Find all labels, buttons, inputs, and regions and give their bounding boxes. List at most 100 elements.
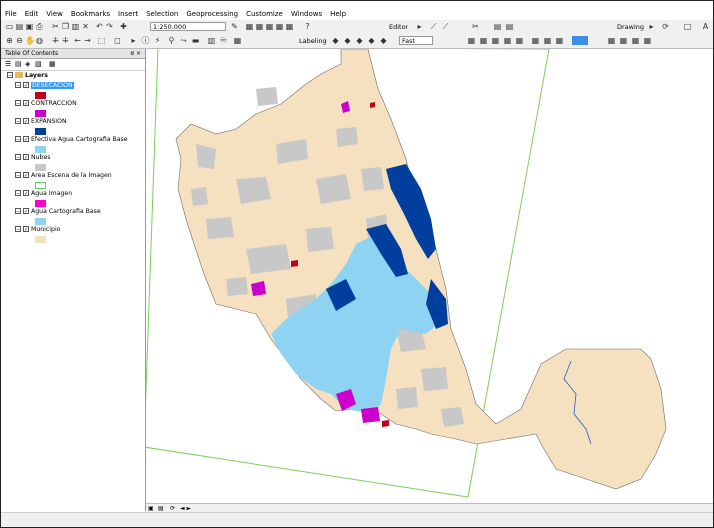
expand-icon[interactable]: − — [15, 154, 21, 161]
sketch-properties-icon[interactable]: ▤ — [505, 22, 514, 31]
label-manager-icon[interactable]: ◆ — [331, 36, 340, 45]
forward-extent-icon[interactable]: → — [83, 36, 92, 45]
expand-icon[interactable]: − — [15, 226, 21, 233]
layer-symbol[interactable] — [35, 218, 46, 225]
lock-labels-icon[interactable]: ◆ — [367, 36, 376, 45]
expand-icon[interactable]: − — [15, 136, 21, 143]
layer-item[interactable]: − ✓ Agua Imagen — [15, 189, 72, 198]
pause-labeling-icon[interactable]: ◆ — [379, 36, 388, 45]
open-folder-icon[interactable]: ▤ — [15, 22, 24, 31]
rotate-icon[interactable]: ⟳ — [661, 22, 670, 31]
list-by-drawing-order-icon[interactable]: ☰ — [5, 60, 13, 68]
catalog-window-icon[interactable]: ▦ — [255, 22, 264, 31]
list-by-source-icon[interactable]: ▤ — [15, 60, 23, 68]
layer-symbol[interactable] — [35, 128, 46, 135]
zoom-out-icon[interactable]: ⊖ — [15, 36, 24, 45]
expand-icon[interactable]: − — [15, 100, 21, 107]
layout-zoom-in-icon[interactable]: ▦ — [467, 36, 476, 45]
visibility-checkbox[interactable]: ✓ — [23, 172, 29, 179]
menu-file[interactable]: File — [1, 10, 21, 18]
time-slider-icon[interactable]: ▥ — [207, 36, 216, 45]
layer-symbol[interactable] — [35, 200, 46, 207]
new-document-icon[interactable]: ▭ — [5, 22, 14, 31]
map-display[interactable] — [146, 49, 713, 502]
layout-100-icon[interactable]: ▦ — [515, 36, 524, 45]
rectangle-tool-icon[interactable]: □ — [683, 22, 692, 31]
visibility-checkbox[interactable]: ✓ — [23, 118, 29, 125]
save-icon[interactable]: ▣ — [25, 22, 34, 31]
sketch-tool-icon[interactable]: ⟋ — [429, 22, 438, 31]
list-by-visibility-icon[interactable]: ◈ — [25, 60, 33, 68]
layer-item[interactable]: − ✓ Efectiva Agua Cartografia Base — [15, 135, 128, 144]
select-elements-icon-2[interactable]: ▸ — [129, 36, 138, 45]
text-tool-icon[interactable]: A — [701, 22, 710, 31]
layout-tool-b-icon[interactable]: ▦ — [543, 36, 552, 45]
whats-this-icon[interactable]: ? — [303, 22, 312, 31]
fixed-zoom-in-icon[interactable]: ⁜ — [51, 36, 60, 45]
menu-bookmarks[interactable]: Bookmarks — [67, 10, 114, 18]
clear-selection-icon[interactable]: ◻ — [113, 36, 122, 45]
hyperlink-icon[interactable]: ⚡ — [153, 36, 162, 45]
toc-pin-close[interactable]: ȣ × — [130, 49, 141, 58]
visibility-checkbox[interactable]: ✓ — [23, 136, 29, 143]
identify-icon[interactable]: ⓘ — [141, 36, 150, 45]
labeling-menu[interactable]: Labeling — [299, 36, 327, 46]
editor-toolbar-icon[interactable]: ✎ — [230, 22, 239, 31]
menu-edit[interactable]: Edit — [21, 10, 43, 18]
collapse-icon[interactable]: − — [7, 72, 13, 79]
expand-icon[interactable]: − — [15, 82, 21, 89]
edit-tool-icon[interactable]: ▸ — [415, 22, 424, 31]
layer-symbol[interactable] — [35, 236, 46, 243]
layout-tool-d-icon[interactable]: ▦ — [607, 36, 616, 45]
visibility-checkbox[interactable]: ✓ — [23, 190, 29, 197]
layout-tool-g-icon[interactable]: ▦ — [643, 36, 652, 45]
visibility-checkbox[interactable]: ✓ — [23, 208, 29, 215]
python-window-icon[interactable]: ▦ — [285, 22, 294, 31]
paste-icon[interactable]: ▥ — [71, 22, 80, 31]
pan-icon[interactable]: ✋ — [25, 36, 35, 45]
layer-item[interactable]: − ✓ DESECACION — [15, 81, 74, 90]
layer-symbol[interactable] — [35, 182, 46, 189]
select-by-graphics-icon[interactable]: ⬚ — [97, 36, 106, 45]
cut-icon[interactable]: ✂ — [51, 22, 60, 31]
select-elements-icon[interactable]: ▸ — [647, 22, 656, 31]
color-swatch[interactable] — [572, 36, 588, 45]
search-window-icon[interactable]: ▦ — [265, 22, 274, 31]
drawing-menu[interactable]: Drawing — [617, 22, 644, 32]
layer-item[interactable]: − ✓ Agua Cartografia Base — [15, 207, 101, 216]
menu-customize[interactable]: Customize — [242, 10, 287, 18]
measure-icon[interactable]: ▬ — [191, 36, 200, 45]
expand-icon[interactable]: − — [15, 208, 21, 215]
list-by-selection-icon[interactable]: ▧ — [35, 60, 43, 68]
expand-icon[interactable]: − — [15, 190, 21, 197]
split-tool-icon[interactable]: ✂ — [471, 22, 480, 31]
print-icon[interactable]: ⎙ — [35, 22, 44, 31]
menu-geoprocessing[interactable]: Geoprocessing — [182, 10, 242, 18]
menu-windows[interactable]: Windows — [287, 10, 326, 18]
label-priority-icon[interactable]: ◆ — [343, 36, 352, 45]
goto-xy-icon[interactable]: ▦ — [233, 36, 242, 45]
arctoolbox-icon[interactable]: ▦ — [275, 22, 284, 31]
visibility-checkbox[interactable]: ✓ — [23, 82, 29, 89]
visibility-checkbox[interactable]: ✓ — [23, 154, 29, 161]
layer-item[interactable]: − ✓ CONTRACCION — [15, 99, 77, 108]
layout-zoom-out-icon[interactable]: ▦ — [479, 36, 488, 45]
layer-symbol[interactable] — [35, 92, 46, 99]
layout-tool-a-icon[interactable]: ▦ — [531, 36, 540, 45]
layers-root[interactable]: − Layers — [7, 71, 48, 80]
menu-selection[interactable]: Selection — [142, 10, 182, 18]
attributes-icon[interactable]: ▤ — [493, 22, 502, 31]
layer-item[interactable]: − ✓ Nubes — [15, 153, 51, 162]
layer-symbol[interactable] — [35, 164, 46, 171]
menu-help[interactable]: Help — [326, 10, 350, 18]
add-data-icon[interactable]: ✚ — [119, 22, 128, 31]
visibility-checkbox[interactable]: ✓ — [23, 226, 29, 233]
undo-icon[interactable]: ↶ — [95, 22, 104, 31]
fixed-zoom-out-icon[interactable]: ⁜ — [61, 36, 70, 45]
straight-segment-icon[interactable]: ⟋ — [441, 22, 450, 31]
toc-options-icon[interactable]: ▦ — [49, 60, 57, 68]
layout-pan-icon[interactable]: ▦ — [491, 36, 500, 45]
quality-select[interactable]: Fast — [399, 36, 433, 45]
route-icon[interactable]: ⤳ — [179, 36, 188, 45]
layer-symbol[interactable] — [35, 146, 46, 153]
